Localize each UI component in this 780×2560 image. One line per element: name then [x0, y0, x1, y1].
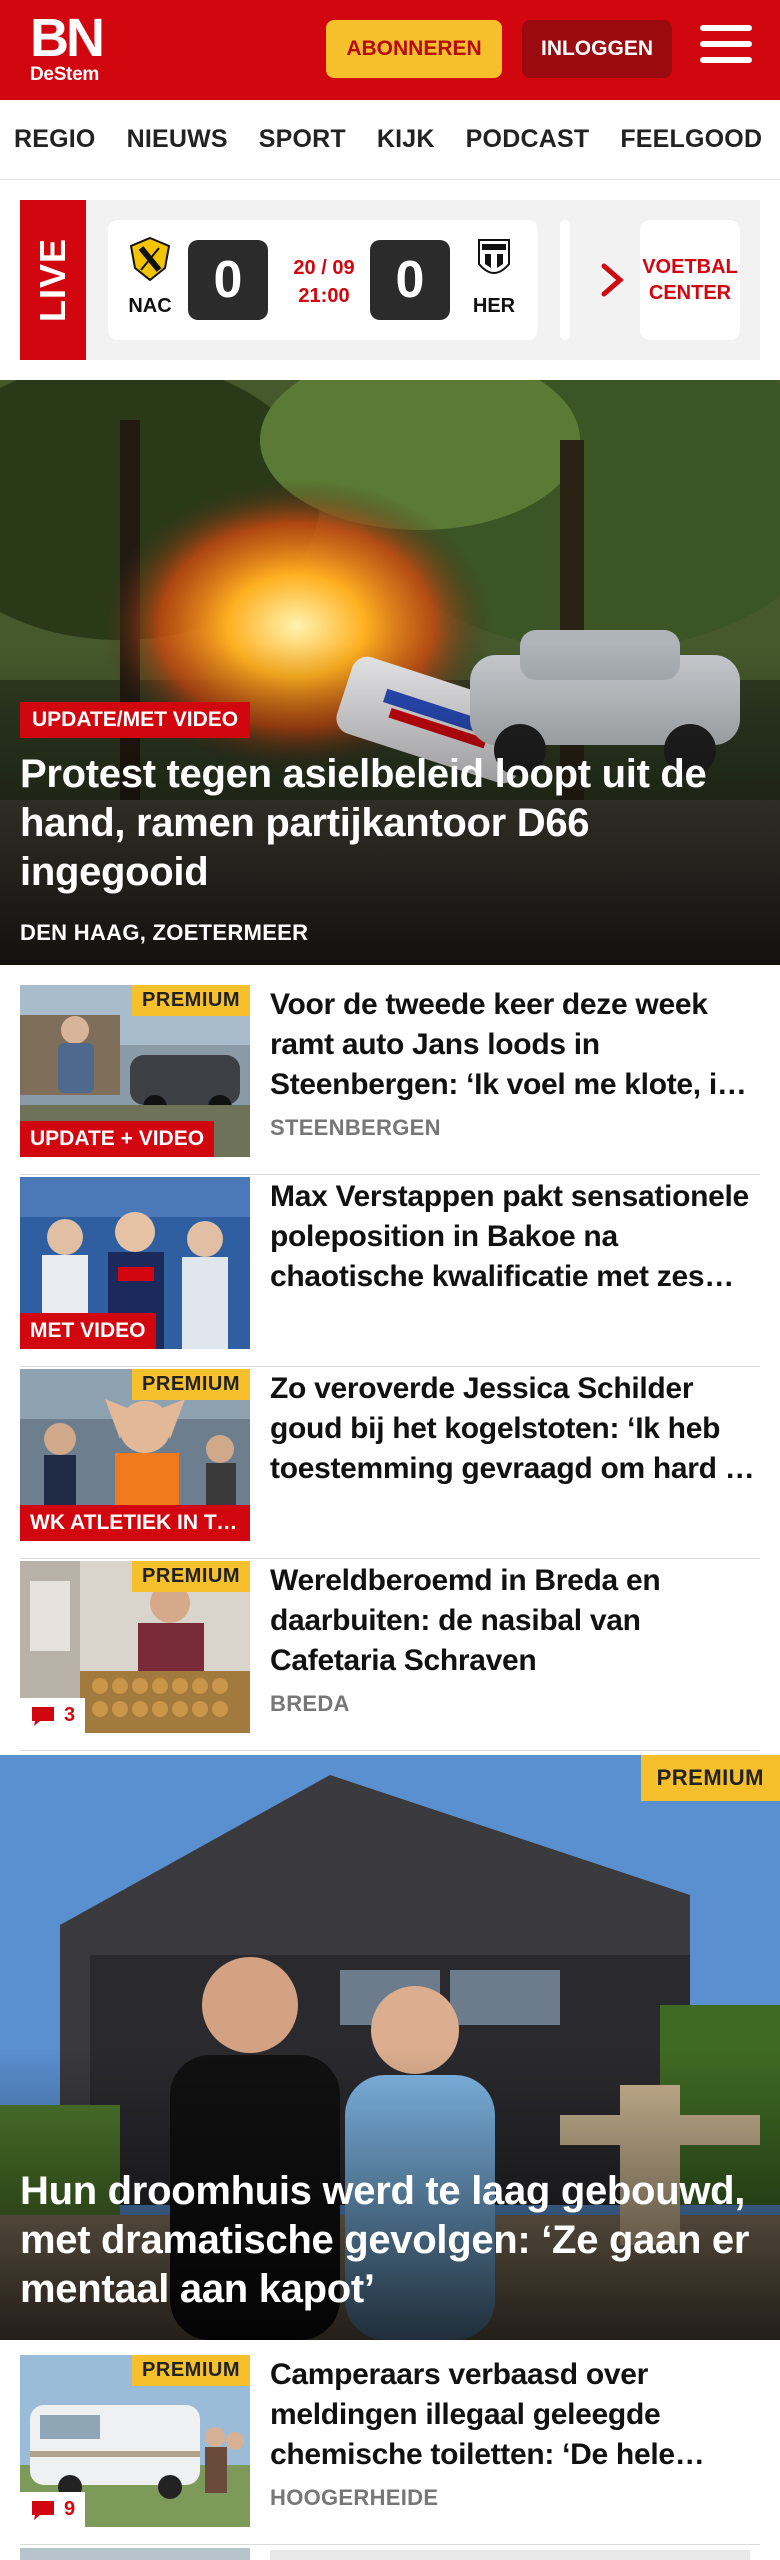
nac-badge-icon: [129, 236, 171, 282]
article-tag: UPDATE + VIDEO: [20, 1121, 215, 1157]
nav-item-regio[interactable]: REGIO: [14, 125, 96, 154]
hero-tag: UPDATE/MET VIDEO: [20, 702, 251, 738]
away-team-name: HER: [472, 295, 516, 317]
comment-count[interactable]: 9: [20, 2492, 86, 2527]
article-item[interactable]: MET VIDEO Max Verstappen pakt sensatione…: [20, 1177, 760, 1367]
nav-item-kijk[interactable]: KIJK: [377, 125, 435, 154]
site-logo[interactable]: BN DeStem: [30, 8, 105, 86]
home-team: NAC: [120, 236, 180, 318]
match-datetime: 20 / 09 21:00: [274, 254, 374, 310]
article-location: STEENBERGEN: [270, 1115, 441, 1140]
comment-bubble-icon: [32, 1706, 54, 1726]
article-thumbnail: PREMIUM 9: [20, 2355, 250, 2527]
hero-location: DEN HAAG, ZOETERMEER: [20, 920, 309, 945]
premium-badge: PREMIUM: [132, 1369, 250, 1400]
away-score: 0: [370, 240, 450, 320]
logo-main-text: BN: [30, 8, 105, 68]
live-label-text: LIVE: [32, 237, 73, 323]
article-title[interactable]: Zo veroverde Jessica Schilder goud bij h…: [270, 1369, 760, 1489]
login-button[interactable]: INLOGGEN: [522, 20, 672, 78]
nav-item-podcast[interactable]: PODCAST: [466, 125, 590, 154]
away-team: HER: [464, 236, 524, 318]
premium-badge: PREMIUM: [640, 1755, 780, 1801]
premium-badge: PREMIUM: [132, 2355, 250, 2386]
live-label: LIVE: [20, 200, 86, 360]
comment-bubble-icon: [32, 2500, 54, 2520]
article-location: BREDA: [270, 1691, 350, 1716]
hero-title[interactable]: Protest tegen asielbeleid loopt uit de h…: [20, 750, 760, 897]
hamburger-menu-icon[interactable]: [700, 25, 752, 71]
article-title[interactable]: Voor de tweede keer deze week ramt auto …: [270, 985, 760, 1105]
comment-count-value: 9: [64, 2498, 76, 2520]
premium-badge: PREMIUM: [132, 985, 250, 1016]
feature-article[interactable]: PREMIUM Hun droomhuis werd te laag gebou…: [0, 1755, 780, 2340]
home-score: 0: [188, 240, 268, 320]
article-item[interactable]: PREMIUM UPDATE + VIDEO Voor de tweede ke…: [20, 985, 760, 1175]
article-title[interactable]: Wereldberoemd in Breda en daarbuiten: de…: [270, 1561, 760, 1681]
hero-article[interactable]: UPDATE/MET VIDEO Protest tegen asielbele…: [0, 380, 780, 965]
heracles-badge-icon: [478, 239, 510, 274]
comment-count-value: 3: [64, 1704, 76, 1726]
article-tag: MET VIDEO: [20, 1313, 156, 1349]
article-item[interactable]: PREMIUM 3 Wereldberoemd in Breda en daar…: [20, 1561, 760, 1751]
article-thumbnail: MET VIDEO: [20, 1177, 250, 1349]
article-thumbnail: PREMIUM 3: [20, 1561, 250, 1733]
article-title[interactable]: Max Verstappen pakt sensatione­le polepo…: [270, 1177, 760, 1297]
nav-item-nieuws[interactable]: NIEUWS: [127, 125, 228, 154]
article-thumbnail: PREMIUM WK ATLETIEK IN TOKIO: [20, 1369, 250, 1541]
logo-sub-text: DeStem: [30, 64, 99, 85]
premium-badge: PREMIUM: [132, 1561, 250, 1592]
chevron-right-icon[interactable]: [590, 258, 634, 302]
article-item[interactable]: PREMIUM WK ATLETIEK IN TOKIO Zo veroverd…: [20, 1369, 760, 1559]
live-scores-strip: LIVE NAC 0 20 / 09 21:00 0 HER VOETBAL C…: [20, 200, 760, 360]
section-nav: REGIO NIEUWS SPORT KIJK PODCAST FEELGOOD…: [0, 100, 780, 180]
next-card-peek: [560, 220, 570, 340]
article-item[interactable]: PREMIUM 9 Camperaars verbaasd over meldi…: [20, 2355, 760, 2545]
top-bar: BN DeStem ABONNEREN INLOGGEN: [0, 0, 780, 100]
article-location: HOOGERHEIDE: [270, 2485, 439, 2510]
home-team-name: NAC: [128, 295, 172, 317]
article-thumbnail: PREMIUM UPDATE + VIDEO: [20, 985, 250, 1157]
article-title[interactable]: Camperaars verbaasd over meldingen illeg…: [270, 2355, 760, 2475]
next-article-title-peek: [270, 2550, 750, 2560]
match-card[interactable]: NAC 0 20 / 09 21:00 0 HER: [108, 220, 538, 340]
match-date: 20 / 09: [293, 257, 355, 279]
subscribe-button[interactable]: ABONNEREN: [326, 20, 502, 78]
voetbalcenter-link[interactable]: VOETBAL CENTER: [640, 220, 740, 340]
nav-item-feelgood[interactable]: FEELGOOD: [620, 125, 762, 154]
nav-item-sport[interactable]: SPORT: [259, 125, 346, 154]
next-article-thumbnail-peek: [20, 2548, 250, 2560]
feature-title[interactable]: Hun droomhuis werd te laag gebouwd, met …: [20, 2167, 770, 2314]
article-tag: WK ATLETIEK IN TOKIO: [20, 1505, 250, 1541]
comment-count[interactable]: 3: [20, 1698, 86, 1733]
match-time: 21:00: [298, 285, 350, 307]
